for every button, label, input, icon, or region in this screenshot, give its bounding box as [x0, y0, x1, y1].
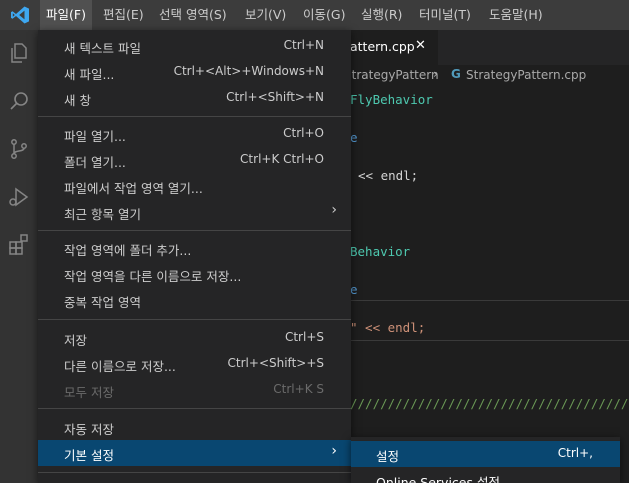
menu-help[interactable]: 도움말(H): [483, 0, 549, 30]
menu-item-add-folder-to-workspace[interactable]: 작업 영역에 폴더 추가...: [38, 235, 351, 261]
menu-item-label: 새 창: [64, 93, 91, 108]
chevron-right-icon: ›: [433, 67, 438, 81]
menu-view[interactable]: 보기(V): [239, 0, 292, 30]
menu-item-label: 저장: [64, 333, 88, 348]
menu-item-label: 자동 저장: [64, 422, 114, 437]
menu-item-shortcut: Ctrl+K Ctrl+O: [240, 152, 324, 166]
chevron-right-icon: ›: [331, 443, 337, 459]
menu-item-new-window[interactable]: 새 창 Ctrl+<Shift>+N: [38, 85, 351, 111]
title-bar: 파일(F) 편집(E) 선택 영역(S) 보기(V) 이동(G) 실행(R) 터…: [0, 0, 629, 30]
menu-item-label: 작업 영역을 다른 이름으로 저장...: [64, 269, 242, 284]
menu-item-shortcut: Ctrl+<Alt>+Windows+N: [173, 64, 324, 78]
menu-item-label: 새 텍스트 파일: [64, 41, 141, 56]
menu-item-shortcut: Ctrl+K S: [273, 382, 324, 396]
code-line[interactable]: << endl;: [358, 168, 418, 183]
extensions-icon[interactable]: [7, 233, 31, 257]
menu-item-label: 다른 이름으로 저장...: [64, 359, 176, 374]
menu-item-label: 파일에서 작업 영역 열기...: [64, 181, 203, 196]
code-line[interactable]: FlyBehavior: [350, 92, 433, 107]
menu-file[interactable]: 파일(F): [40, 0, 92, 30]
menu-item-label: 작업 영역에 폴더 추가...: [64, 243, 192, 258]
vscode-logo-icon: [11, 6, 29, 24]
menu-item-save-workspace-as[interactable]: 작업 영역을 다른 이름으로 저장...: [38, 261, 351, 287]
menu-item-shortcut: Ctrl+<Shift>+S: [227, 356, 324, 370]
menu-item-shortcut: Ctrl+N: [283, 38, 324, 52]
code-line[interactable]: e: [350, 130, 358, 145]
menu-edit[interactable]: 편집(E): [97, 0, 150, 30]
menu-item-save-as[interactable]: 다른 이름으로 저장... Ctrl+<Shift>+S: [38, 351, 351, 377]
submenu-item-shortcut: Ctrl+,: [557, 446, 593, 460]
menu-separator: [38, 472, 351, 473]
menu-item-shortcut: Ctrl+<Shift>+N: [226, 90, 324, 104]
close-icon[interactable]: ✕: [415, 38, 426, 53]
menu-item-open-file[interactable]: 파일 열기... Ctrl+O: [38, 121, 351, 147]
menu-item-label: 폴더 열기...: [64, 155, 126, 170]
tab-label: attern.cpp: [350, 39, 415, 54]
menu-item-save[interactable]: 저장 Ctrl+S: [38, 325, 351, 351]
source-control-icon[interactable]: [7, 137, 31, 161]
menu-item-label: 기본 설정: [64, 448, 114, 463]
activity-bar: [0, 30, 38, 483]
code-line[interactable]: e: [350, 282, 358, 297]
menu-item-preferences[interactable]: 기본 설정 ›: [38, 440, 351, 466]
breadcrumb-folder[interactable]: StrategyPattern: [344, 68, 439, 82]
menu-item-label: 중복 작업 영역: [64, 295, 141, 310]
file-menu-dropdown: 새 텍스트 파일 Ctrl+N 새 파일... Ctrl+<Alt>+Windo…: [38, 30, 351, 483]
menu-item-open-recent[interactable]: 최근 항목 열기 ›: [38, 199, 351, 225]
submenu-item-label: 설정: [376, 449, 400, 464]
submenu-item-label: Online Services 설정: [376, 475, 500, 483]
explorer-icon[interactable]: [7, 41, 31, 65]
menu-separator: [38, 230, 351, 231]
menu-item-duplicate-workspace[interactable]: 중복 작업 영역: [38, 287, 351, 313]
preferences-submenu: 설정 Ctrl+, Online Services 설정: [351, 437, 620, 483]
code-line[interactable]: Behavior: [350, 244, 410, 259]
menu-separator: [38, 319, 351, 320]
menu-item-shortcut: Ctrl+O: [283, 126, 324, 140]
chevron-right-icon: ›: [331, 202, 337, 218]
code-line[interactable]: ////////////////////////////////////////…: [350, 396, 629, 411]
code-line[interactable]: " << endl;: [350, 320, 425, 335]
run-debug-icon[interactable]: [7, 185, 31, 209]
menu-separator: [38, 408, 351, 409]
menu-selection[interactable]: 선택 영역(S): [153, 0, 233, 30]
menu-item-open-folder[interactable]: 폴더 열기... Ctrl+K Ctrl+O: [38, 147, 351, 173]
menu-item-label: 새 파일...: [64, 67, 115, 82]
menu-separator: [38, 116, 351, 117]
menu-item-label: 모두 저장: [64, 385, 114, 400]
breadcrumb-file[interactable]: StrategyPattern.cpp: [466, 68, 586, 82]
cpp-file-icon: G: [451, 67, 461, 81]
submenu-item-online-services-settings[interactable]: Online Services 설정: [351, 467, 620, 483]
menu-item-label: 최근 항목 열기: [64, 207, 141, 222]
menu-item-save-all: 모두 저장 Ctrl+K S: [38, 377, 351, 403]
menu-item-auto-save[interactable]: 자동 저장: [38, 414, 351, 440]
submenu-item-settings[interactable]: 설정 Ctrl+,: [351, 441, 620, 467]
menu-run[interactable]: 실행(R): [355, 0, 408, 30]
menu-item-shortcut: Ctrl+S: [284, 330, 324, 344]
menu-item-new-text-file[interactable]: 새 텍스트 파일 Ctrl+N: [38, 33, 351, 59]
menu-item-label: 파일 열기...: [64, 129, 126, 144]
menu-item-open-workspace[interactable]: 파일에서 작업 영역 열기...: [38, 173, 351, 199]
menu-item-new-file[interactable]: 새 파일... Ctrl+<Alt>+Windows+N: [38, 59, 351, 85]
menu-terminal[interactable]: 터미널(T): [413, 0, 477, 30]
menu-go[interactable]: 이동(G): [297, 0, 351, 30]
search-icon[interactable]: [7, 89, 31, 113]
